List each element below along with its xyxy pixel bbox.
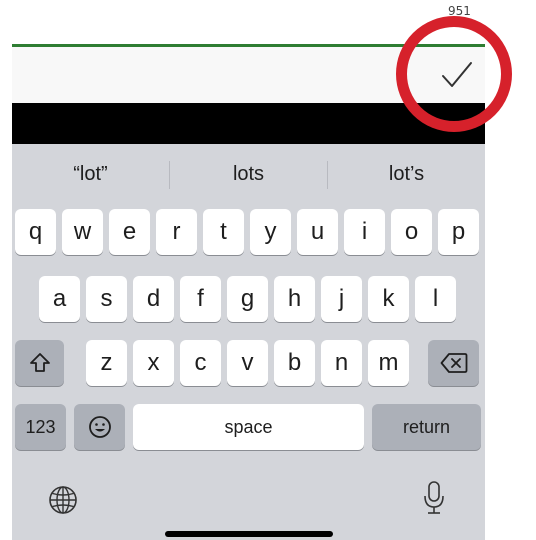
home-indicator[interactable] xyxy=(165,531,333,537)
key-i[interactable]: i xyxy=(344,209,385,255)
suggestion-2[interactable]: lots xyxy=(170,144,327,204)
suggestion-1[interactable]: “lot” xyxy=(12,144,169,204)
emoji-icon xyxy=(88,416,111,438)
input-area xyxy=(12,103,485,144)
suggestion-3[interactable]: lot’s xyxy=(328,144,485,204)
key-u[interactable]: u xyxy=(297,209,338,255)
globe-icon[interactable] xyxy=(47,484,79,516)
key-r[interactable]: r xyxy=(156,209,197,255)
key-w[interactable]: w xyxy=(62,209,103,255)
key-b[interactable]: b xyxy=(274,340,315,386)
key-c[interactable]: c xyxy=(180,340,221,386)
key-f[interactable]: f xyxy=(180,276,221,322)
key-s[interactable]: s xyxy=(86,276,127,322)
key-o[interactable]: o xyxy=(391,209,432,255)
return-key[interactable]: return xyxy=(372,404,481,450)
key-m[interactable]: m xyxy=(368,340,409,386)
editor-toolbar xyxy=(12,47,485,103)
key-a[interactable]: a xyxy=(39,276,80,322)
numbers-key[interactable]: 123 xyxy=(15,404,66,450)
shift-key[interactable] xyxy=(15,340,64,386)
shift-icon xyxy=(29,353,50,372)
key-p[interactable]: p xyxy=(438,209,479,255)
key-j[interactable]: j xyxy=(321,276,362,322)
key-z[interactable]: z xyxy=(86,340,127,386)
checkmark-icon[interactable] xyxy=(439,59,475,91)
key-v[interactable]: v xyxy=(227,340,268,386)
key-k[interactable]: k xyxy=(368,276,409,322)
key-l[interactable]: l xyxy=(415,276,456,322)
microphone-icon[interactable] xyxy=(422,480,446,516)
space-key[interactable]: space xyxy=(133,404,364,450)
key-g[interactable]: g xyxy=(227,276,268,322)
key-x[interactable]: x xyxy=(133,340,174,386)
key-t[interactable]: t xyxy=(203,209,244,255)
suggestion-bar: “lot” lots lot’s xyxy=(12,144,485,204)
key-e[interactable]: e xyxy=(109,209,150,255)
emoji-key[interactable] xyxy=(74,404,125,450)
char-count: 951 xyxy=(448,4,471,18)
phone-screen: “lot” lots lot’s q w e r t y u i o p a s… xyxy=(12,44,485,540)
key-y[interactable]: y xyxy=(250,209,291,255)
delete-key[interactable] xyxy=(428,340,479,386)
backspace-icon xyxy=(440,353,467,373)
key-d[interactable]: d xyxy=(133,276,174,322)
key-n[interactable]: n xyxy=(321,340,362,386)
key-h[interactable]: h xyxy=(274,276,315,322)
key-q[interactable]: q xyxy=(15,209,56,255)
